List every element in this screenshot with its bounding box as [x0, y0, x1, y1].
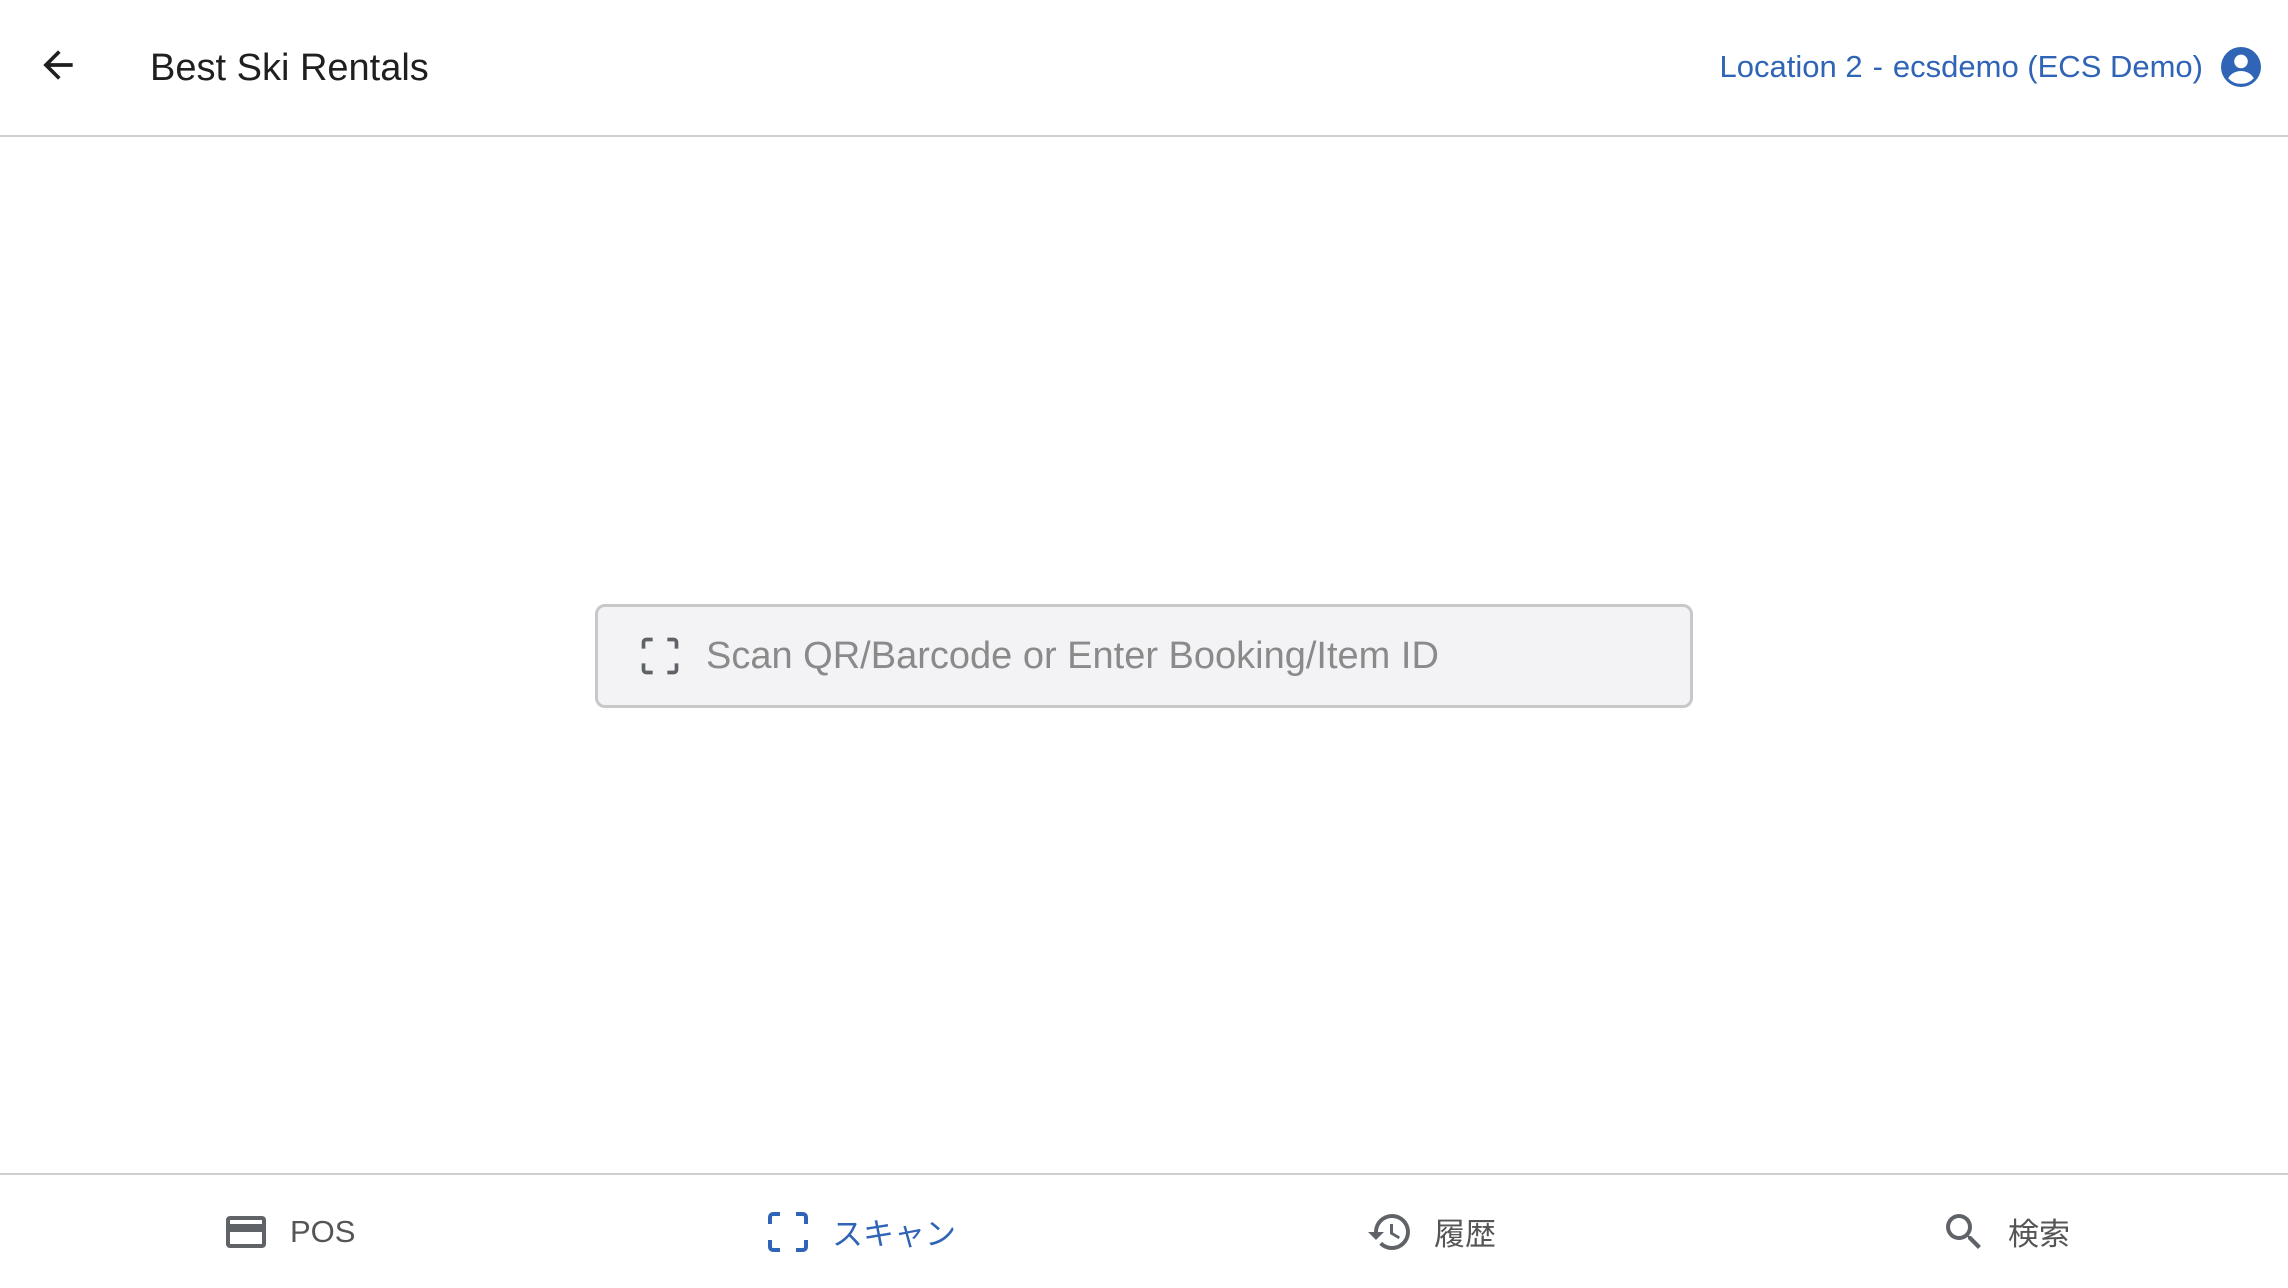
location-name: Location 2 [1719, 49, 1863, 84]
nav-item-label: 検索 [2008, 1217, 2070, 1252]
credit-card-icon [226, 1215, 266, 1248]
account-name: ecsdemo (ECS Demo) [1892, 49, 2203, 84]
scan-frame-icon [768, 1211, 808, 1252]
account-menu[interactable]: Location 2- ecsdemo (ECS Demo) [1720, 42, 2265, 92]
page-title: Best Ski Rentals [150, 47, 429, 89]
scan-input[interactable] [704, 625, 1690, 687]
scan-input-field[interactable] [595, 604, 1693, 708]
account-label: Location 2- ecsdemo (ECS Demo) [1720, 49, 2203, 85]
scan-frame-icon [641, 637, 679, 675]
nav-item-label: POS [290, 1213, 356, 1249]
nav-item-search[interactable]: 検索 [1940, 1175, 2070, 1288]
nav-item-scan[interactable]: スキャン [764, 1175, 956, 1288]
arrow-back-icon [43, 50, 73, 80]
nav-item-pos[interactable]: POS [222, 1175, 355, 1288]
account-separator: - [1872, 49, 1883, 84]
account-circle-icon[interactable] [2217, 43, 2265, 91]
nav-item-label: スキャン [832, 1217, 956, 1252]
bottom-navigation: POS スキャン 履歴 検索 [0, 1173, 2288, 1288]
app-header: Best Ski Rentals Location 2- ecsdemo (ECS… [0, 0, 2288, 137]
back-button[interactable] [30, 37, 86, 93]
history-icon [1368, 1213, 1410, 1250]
search-icon [1946, 1213, 1981, 1249]
nav-item-history[interactable]: 履歴 [1366, 1175, 1496, 1288]
nav-item-label: 履歴 [1434, 1217, 1496, 1252]
